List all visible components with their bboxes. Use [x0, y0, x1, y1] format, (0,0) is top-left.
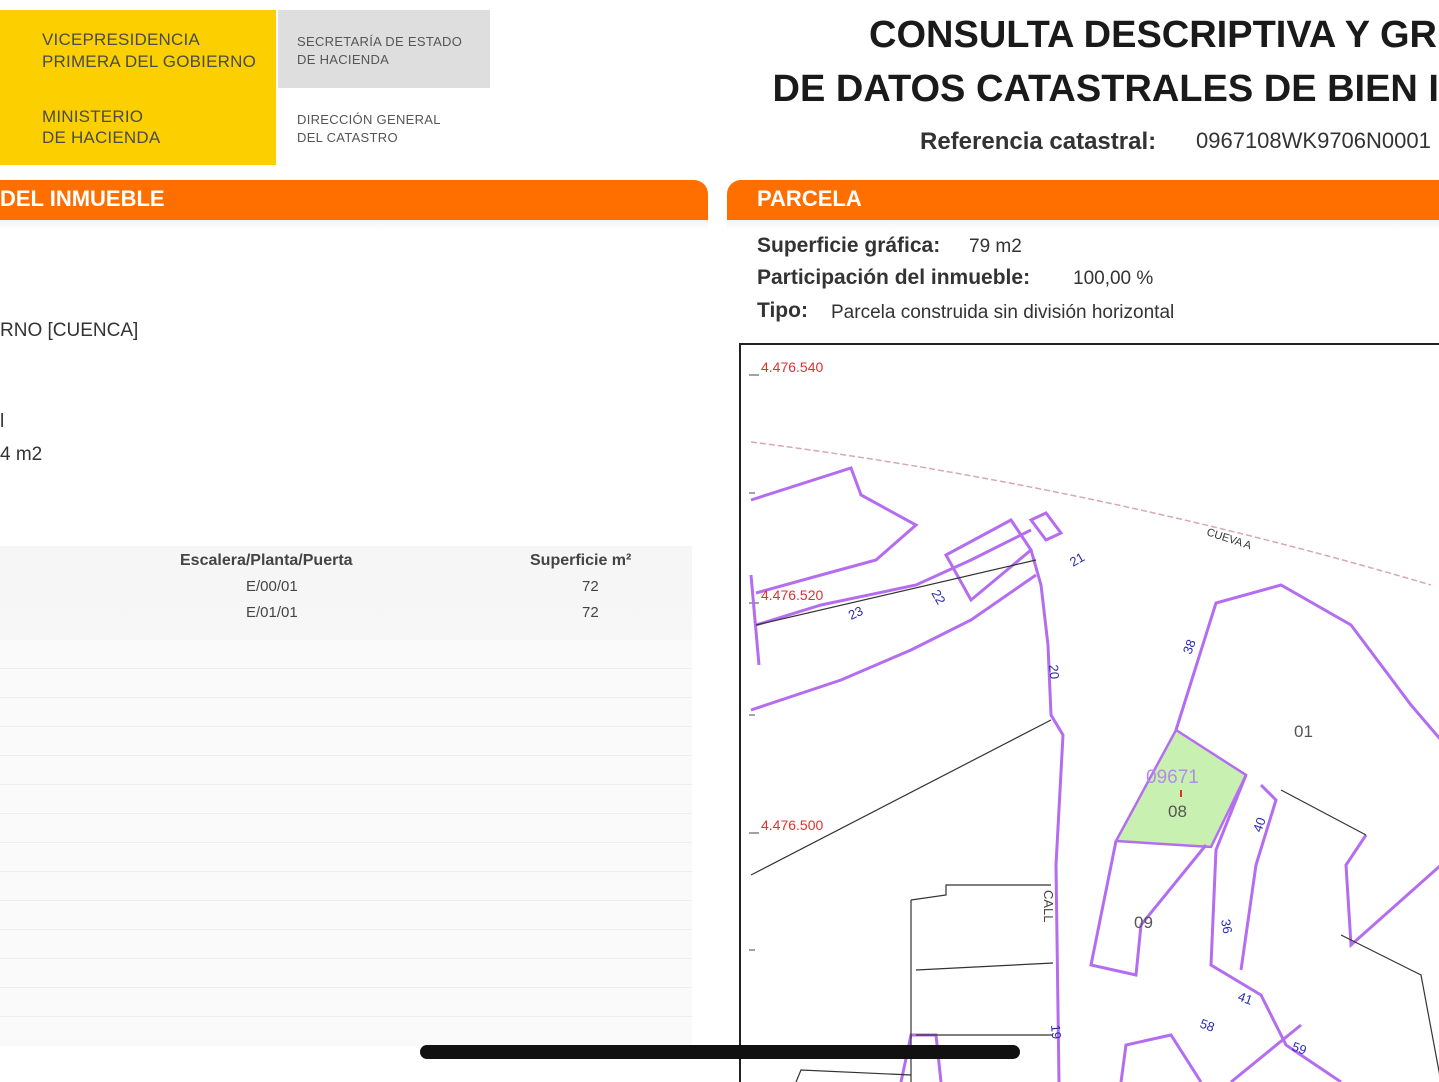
home-indicator[interactable] — [420, 1045, 1020, 1059]
house-number-59: 59 — [1290, 1039, 1309, 1058]
house-number-21: 21 — [1067, 549, 1087, 569]
superficie-label: Superficie gráfica: — [757, 234, 941, 257]
row-1-superficie: 72 — [582, 578, 599, 595]
parcel-lines — [749, 466, 1439, 1082]
parcel-label-09: 09 — [1134, 913, 1153, 932]
direccion-line-2: DEL CATASTRO — [297, 130, 398, 145]
map-svg: 4.476.540 4.476.520 4.476.500 CUEVA A 09… — [749, 359, 1439, 1082]
participacion-value: 100,00 % — [1073, 268, 1154, 289]
cadastral-map[interactable]: 4.476.540 4.476.520 4.476.500 CUEVA A 09… — [739, 343, 1439, 1082]
ref-catastral-value: 0967108WK9706N0001 — [1196, 128, 1431, 153]
left-fragment-1: l — [0, 411, 5, 432]
tipo-value: Parcela construida sin división horizont… — [831, 302, 1175, 323]
building-lines — [750, 559, 1439, 1082]
coord-label-3: 4.476.500 — [761, 817, 823, 833]
street-call-label: CALL — [1041, 890, 1056, 923]
house-number-20: 20 — [1046, 664, 1062, 680]
direccion-line-1: DIRECCIÓN GENERAL — [297, 112, 441, 127]
row-1-escalera: E/00/01 — [246, 578, 298, 595]
secretaria-line-1: SECRETARÍA DE ESTADO — [297, 34, 463, 49]
coord-label-1: 4.476.540 — [761, 359, 823, 375]
ref-catastral-label: Referencia catastral: — [920, 128, 1157, 155]
bar-shadow-right — [727, 220, 1439, 230]
left-fragment-2: 4 m2 — [0, 444, 43, 465]
parcel-main-label: 09671 — [1146, 767, 1199, 788]
bar-shadow-left — [0, 220, 708, 230]
gov-line-4: DE HACIENDA — [42, 128, 161, 147]
gov-line-1: VICEPRESIDENCIA — [42, 30, 200, 49]
coord-label-2: 4.476.520 — [761, 587, 823, 603]
participacion-label: Participación del inmueble: — [757, 266, 1031, 289]
house-number-23: 23 — [846, 603, 865, 623]
row-2-superficie: 72 — [582, 604, 599, 621]
house-number-36: 36 — [1218, 918, 1235, 935]
parcel-sub-label: 08 — [1168, 802, 1187, 821]
table-empty-rows — [0, 640, 692, 1040]
superficie-value: 79 m2 — [969, 236, 1022, 257]
document-title-line-1: CONSULTA DESCRIPTIVA Y GR — [869, 14, 1437, 56]
gov-line-3: MINISTERIO — [42, 107, 144, 126]
gov-line-2: PRIMERA DEL GOBIERNO — [42, 52, 257, 71]
location-text: RNO [CUENCA] — [0, 320, 139, 341]
row-2-escalera: E/01/01 — [246, 604, 298, 621]
tipo-label: Tipo: — [757, 299, 808, 322]
secretaria-block — [278, 10, 490, 88]
house-number-38: 38 — [1180, 637, 1199, 656]
street-line — [750, 441, 1432, 586]
house-number-41: 41 — [1236, 989, 1255, 1008]
document-title-line-2: DE DATOS CATASTRALES DE BIEN I — [772, 68, 1439, 110]
house-number-19: 19 — [1048, 1024, 1064, 1040]
parcel-label-01: 01 — [1294, 722, 1313, 741]
house-number-58: 58 — [1198, 1016, 1217, 1035]
header-superficie: Superficie m² — [530, 552, 632, 569]
inmueble-section-title: DEL INMUEBLE — [0, 186, 165, 211]
header-escalera: Escalera/Planta/Puerta — [180, 552, 353, 569]
house-number-22: 22 — [928, 587, 948, 607]
highlighted-parcel[interactable] — [1113, 728, 1248, 849]
parcela-section-title: PARCELA — [757, 186, 862, 211]
secretaria-line-2: DE HACIENDA — [297, 52, 390, 67]
